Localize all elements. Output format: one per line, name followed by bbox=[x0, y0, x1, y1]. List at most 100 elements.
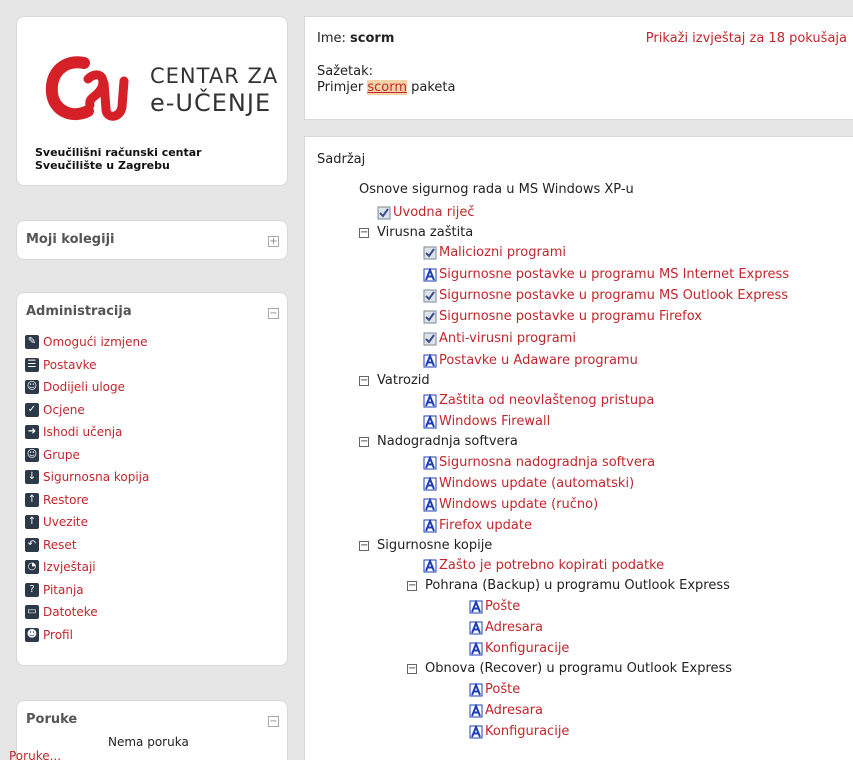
admin-item[interactable]: ? Pitanja bbox=[25, 579, 149, 602]
collapse-icon[interactable]: − bbox=[359, 540, 369, 551]
admin-item-label: Postavke bbox=[43, 357, 97, 372]
toc-item[interactable]: Konfiguracije bbox=[469, 641, 569, 656]
collapse-icon[interactable]: − bbox=[359, 436, 369, 447]
toc-link[interactable]: Windows update (ručno) bbox=[439, 497, 598, 512]
asset-icon bbox=[423, 497, 437, 511]
toc-label: Obnova (Recover) u programu Outlook Expr… bbox=[425, 661, 733, 676]
admin-item[interactable]: ✎ Omogući izmjene bbox=[25, 331, 149, 354]
admin-item[interactable]: ↑ Restore bbox=[25, 489, 149, 512]
toc-item[interactable]: Windows update (ručno) bbox=[423, 497, 598, 512]
collapse-toggle-icon[interactable]: − bbox=[268, 308, 279, 319]
toc-item[interactable]: Adresara bbox=[469, 703, 543, 718]
toc-link[interactable]: Konfiguracije bbox=[485, 641, 569, 656]
left-sidebar: CENTAR ZA e-UČENJE Sveučilišni računski … bbox=[0, 0, 302, 760]
toc-item[interactable]: Adresara bbox=[469, 620, 543, 635]
admin-item-label: Profil bbox=[43, 627, 73, 642]
toc-link[interactable]: Sigurnosna nadogradnja softvera bbox=[439, 455, 655, 470]
toc-link[interactable]: Postavke u Adaware programu bbox=[439, 353, 638, 368]
toc-link[interactable]: Maliciozni programi bbox=[439, 245, 566, 260]
collapse-icon[interactable]: − bbox=[407, 580, 417, 591]
admin-item[interactable]: ➜ Ishodi učenja bbox=[25, 421, 149, 444]
toc-item[interactable]: Firefox update bbox=[423, 518, 532, 533]
asset-icon bbox=[469, 703, 483, 717]
asset-icon bbox=[469, 724, 483, 738]
toc-link[interactable]: Pošte bbox=[485, 599, 520, 614]
toc-item[interactable]: Konfiguracije bbox=[469, 724, 569, 739]
completed-icon bbox=[377, 206, 391, 219]
toc-item[interactable]: Sigurnosne postavke u programu Firefox bbox=[423, 309, 702, 324]
admin-item[interactable]: ☺ Dodijeli uloge bbox=[25, 376, 149, 399]
admin-item[interactable]: ▭ Datoteke bbox=[25, 601, 149, 624]
toc-item[interactable]: Pošte bbox=[469, 599, 520, 614]
collapse-icon[interactable]: − bbox=[359, 375, 369, 386]
toc-link[interactable]: Pošte bbox=[485, 682, 520, 697]
toc-label: Sigurnosne kopije bbox=[377, 538, 493, 553]
toc-section: Osnove sigurnog rada u MS Windows XP-u bbox=[359, 182, 634, 197]
toc-item[interactable]: Maliciozni programi bbox=[423, 245, 566, 260]
logo-subtitle: Sveučilišni računski centar Sveučilište … bbox=[35, 146, 202, 172]
toc-item[interactable]: Sigurnosna nadogradnja softvera bbox=[423, 455, 655, 470]
download-icon: ↓ bbox=[25, 470, 39, 485]
toc-section: − Obnova (Recover) u programu Outlook Exp… bbox=[407, 661, 732, 676]
toc-section: − Sigurnosne kopije bbox=[359, 538, 492, 553]
admin-item[interactable]: ↶ Reset bbox=[25, 534, 149, 557]
collapse-icon[interactable]: − bbox=[359, 227, 369, 238]
sazetak-highlight[interactable]: scorm bbox=[367, 80, 407, 95]
toc-link[interactable]: Zašto je potrebno kopirati podatke bbox=[439, 558, 664, 573]
logo-block: CENTAR ZA e-UČENJE Sveučilišni računski … bbox=[16, 16, 288, 186]
toc-item[interactable]: Sigurnosne postavke u programu MS Intern… bbox=[423, 267, 789, 282]
question-icon: ? bbox=[25, 582, 39, 597]
poruke-link[interactable]: Poruke... bbox=[9, 749, 61, 760]
toc-item[interactable]: Sigurnosne postavke u programu MS Outloo… bbox=[423, 288, 788, 303]
toc-link[interactable]: Adresara bbox=[485, 620, 543, 635]
check-icon: ✓ bbox=[25, 402, 39, 417]
collapse-icon[interactable]: − bbox=[407, 663, 417, 674]
admin-item[interactable]: ✓ Ocjene bbox=[25, 399, 149, 422]
kolegiji-title: Moji kolegiji bbox=[26, 232, 115, 247]
toc-link[interactable]: Sigurnosne postavke u programu MS Intern… bbox=[439, 267, 789, 282]
asset-icon bbox=[469, 599, 483, 613]
toc-item[interactable]: Postavke u Adaware programu bbox=[423, 353, 638, 368]
toc-link[interactable]: Sigurnosne postavke u programu Firefox bbox=[439, 309, 702, 324]
toc-section: − Nadogradnja softvera bbox=[359, 434, 518, 449]
toc-item[interactable]: Anti-virusni programi bbox=[423, 331, 576, 346]
ime-value: scorm bbox=[350, 31, 395, 46]
toc-link[interactable]: Sigurnosne postavke u programu MS Outloo… bbox=[439, 288, 788, 303]
admin-item[interactable]: ◔ Izvještaji bbox=[25, 556, 149, 579]
admin-item-label: Grupe bbox=[43, 447, 80, 462]
toc-link[interactable]: Adresara bbox=[485, 703, 543, 718]
toc-item[interactable]: Windows update (automatski) bbox=[423, 476, 634, 491]
admin-item[interactable]: ☻ Profil bbox=[25, 624, 149, 647]
collapse-toggle-icon[interactable]: − bbox=[268, 716, 279, 727]
sadrzaj-panel: Sadržaj Osnove sigurnog rada u MS Window… bbox=[304, 136, 853, 760]
admin-item[interactable]: ☰ Postavke bbox=[25, 354, 149, 377]
toc-link[interactable]: Windows Firewall bbox=[439, 414, 550, 429]
toc-item[interactable]: Pošte bbox=[469, 682, 520, 697]
toc-link[interactable]: Windows update (automatski) bbox=[439, 476, 634, 491]
toc-item[interactable]: Zašto je potrebno kopirati podatke bbox=[423, 558, 664, 573]
asset-icon bbox=[469, 682, 483, 696]
asset-icon bbox=[423, 476, 437, 490]
report-link[interactable]: Prikaži izvještaj za 18 pokušaja bbox=[646, 31, 847, 46]
toc-label: Pohrana (Backup) u programu Outlook Expr… bbox=[425, 578, 730, 593]
expand-toggle-icon[interactable]: + bbox=[268, 236, 279, 247]
ime-label: Ime: bbox=[317, 31, 346, 46]
admin-item[interactable]: ☺ Grupe bbox=[25, 444, 149, 467]
toc-link[interactable]: Anti-virusni programi bbox=[439, 331, 576, 346]
toc-link[interactable]: Uvodna riječ bbox=[393, 205, 474, 220]
toc-link[interactable]: Firefox update bbox=[439, 518, 532, 533]
upload-icon: ↑ bbox=[25, 492, 39, 507]
toc-link[interactable]: Konfiguracije bbox=[485, 724, 569, 739]
pencil-icon: ✎ bbox=[25, 335, 39, 350]
toc-item[interactable]: Zaštita od neovlaštenog pristupa bbox=[423, 393, 654, 408]
toc-link[interactable]: Zaštita od neovlaštenog pristupa bbox=[439, 393, 654, 408]
admin-item-label: Izvještaji bbox=[43, 560, 96, 575]
sazetak-label: Sažetak: bbox=[317, 64, 374, 79]
admin-item[interactable]: ↑ Uvezite bbox=[25, 511, 149, 534]
toc-item[interactable]: Uvodna riječ bbox=[377, 205, 474, 220]
toc-item[interactable]: Windows Firewall bbox=[423, 414, 550, 429]
admin-item[interactable]: ↓ Sigurnosna kopija bbox=[25, 466, 149, 489]
toc-label: Virusna zaštita bbox=[377, 225, 474, 240]
toc-section: − Vatrozid bbox=[359, 373, 430, 388]
asset-icon bbox=[423, 414, 437, 428]
